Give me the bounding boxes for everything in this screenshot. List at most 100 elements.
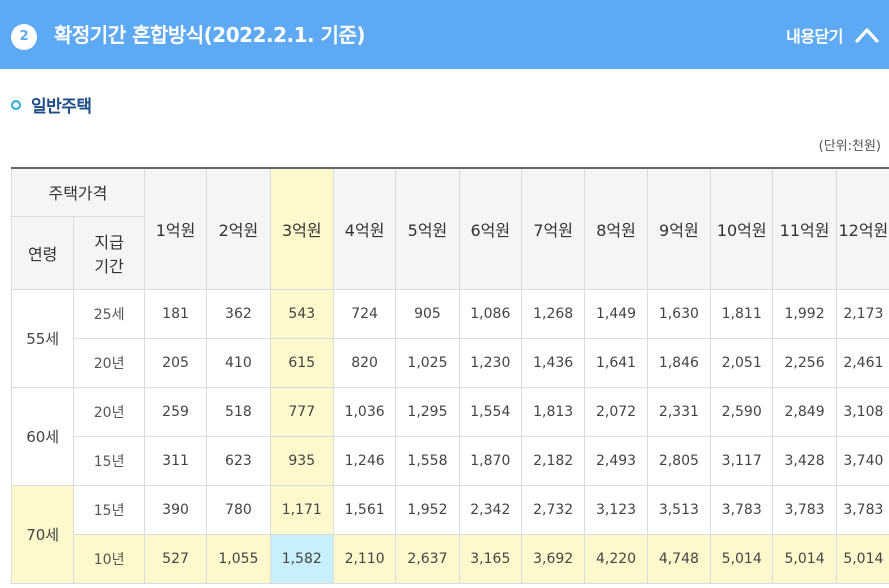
value-cell: 2,493 [584, 435, 648, 486]
value-cell: 3,108 [835, 386, 889, 437]
value-cell: 1,992 [772, 288, 837, 339]
subsection-heading: 일반주택 [11, 92, 92, 117]
value-cell: 2,110 [332, 533, 397, 584]
value-cell: 3,783 [772, 484, 837, 535]
header-price-column: 7억원 [520, 167, 586, 290]
value-cell: 181 [143, 288, 208, 339]
value-cell: 362 [206, 288, 271, 339]
value-cell: 2,331 [646, 386, 712, 437]
age-cell: 70세 [10, 484, 75, 584]
value-cell: 3,165 [458, 533, 522, 584]
period-cell: 20년 [73, 386, 145, 437]
value-cell: 820 [332, 337, 397, 388]
value-cell: 3,783 [710, 484, 774, 535]
value-cell: 3,692 [520, 533, 586, 584]
value-cell: 2,256 [772, 337, 837, 388]
header-age: 연령 [10, 215, 75, 290]
section-number-badge: 2 [11, 24, 37, 50]
value-cell: 1,813 [520, 386, 586, 437]
value-cell: 259 [143, 386, 208, 437]
value-cell: 2,637 [395, 533, 460, 584]
value-cell: 2,173 [835, 288, 889, 339]
value-cell: 1,554 [458, 386, 522, 437]
value-cell: 1,036 [332, 386, 397, 437]
value-cell: 2,342 [458, 484, 522, 535]
value-cell: 1,230 [458, 337, 522, 388]
unit-label: (단위:천원) [818, 139, 881, 154]
value-cell: 3,783 [835, 484, 889, 535]
table-row: 10년 527 1,055 1,582 2,110 2,637 3,165 3,692 4,22… [12, 533, 889, 584]
value-cell: 1,246 [332, 435, 397, 486]
age-cell: 55세 [10, 288, 75, 388]
table-row: 70세 15년 390 780 1,171 1,561 1,952 2,342 2,732 3,1… [10, 484, 889, 584]
header-price-column: 2억원 [206, 167, 271, 290]
value-cell: 1,295 [395, 386, 460, 437]
header-price-column: 10억원 [710, 167, 774, 290]
header-price-column: 8억원 [584, 167, 648, 290]
close-content-button[interactable]: 내용닫기 [786, 20, 879, 50]
section-header: 2 확정기간 혼합방식(2022.2.1. 기준) 내용닫기 [0, 0, 889, 69]
value-cell: 724 [332, 288, 397, 339]
value-cell: 410 [206, 337, 271, 388]
period-cell: 20년 [73, 337, 145, 388]
value-cell: 2,051 [710, 337, 774, 388]
value-cell: 1,558 [395, 435, 460, 486]
period-cell: 15년 [73, 484, 145, 535]
header-price-column: 5억원 [395, 167, 460, 290]
value-cell: 390 [143, 484, 208, 535]
value-cell: 205 [143, 337, 208, 388]
value-cell: 4,748 [646, 533, 712, 584]
value-cell: 543 [269, 288, 334, 339]
age-cell: 60세 [10, 386, 75, 486]
value-cell: 5,014 [772, 533, 837, 584]
table-row: 60세 20년 259 518 777 1,036 1,295 1,554 1,813 2,072… [10, 386, 889, 486]
header-price-column: 12억원 [835, 167, 889, 290]
value-cell: 1,870 [458, 435, 522, 486]
table-row: 20년 205 410 615 820 1,025 1,230 1,436 1,641 1,846… [12, 337, 889, 388]
value-cell: 615 [269, 337, 334, 388]
value-cell: 527 [143, 533, 208, 584]
value-cell: 1,582 [269, 533, 334, 584]
header-house-price: 주택가격 [11, 167, 145, 217]
value-cell: 3,123 [584, 484, 648, 535]
value-cell: 1,641 [584, 337, 648, 388]
value-cell: 1,025 [395, 337, 460, 388]
period-cell: 15년 [73, 435, 145, 486]
chevron-up-icon [855, 28, 879, 43]
period-cell: 10년 [73, 533, 145, 584]
header-price-column: 3억원 [269, 167, 334, 290]
header-price-column: 6억원 [458, 167, 522, 290]
value-cell: 3,117 [710, 435, 774, 486]
value-cell: 780 [206, 484, 271, 535]
value-cell: 5,014 [710, 533, 774, 584]
value-cell: 2,805 [646, 435, 712, 486]
value-cell: 1,449 [584, 288, 648, 339]
subsection-title: 일반주택 [31, 97, 92, 117]
value-cell: 1,630 [646, 288, 712, 339]
value-cell: 1,952 [395, 484, 460, 535]
value-cell: 1,268 [520, 288, 586, 339]
bullet-icon [11, 99, 21, 110]
value-cell: 1,811 [710, 288, 774, 339]
value-cell: 777 [269, 386, 334, 437]
header-payment-period: 지급기간 [73, 215, 145, 290]
value-cell: 1,846 [646, 337, 712, 388]
value-cell: 935 [269, 435, 334, 486]
value-cell: 1,055 [206, 533, 271, 584]
value-cell: 1,171 [269, 484, 334, 535]
value-cell: 311 [143, 435, 208, 486]
value-cell: 518 [206, 386, 271, 437]
value-cell: 3,428 [772, 435, 837, 486]
section-title: 확정기간 혼합방식(2022.2.1. 기준) [54, 23, 366, 47]
value-cell: 1,086 [458, 288, 522, 339]
table-row: 55세 25세 181 362 543 724 905 1,086 1,268 1,449 1,63… [10, 288, 889, 388]
value-cell: 3,740 [835, 435, 889, 486]
value-cell: 2,590 [710, 386, 774, 437]
value-cell: 2,849 [772, 386, 837, 437]
header-payment-period-line: 기간 [94, 256, 124, 276]
header-payment-period-line: 지급 [94, 232, 124, 252]
value-cell: 2,072 [584, 386, 648, 437]
value-cell: 4,220 [584, 533, 648, 584]
value-cell: 2,461 [835, 337, 889, 388]
value-cell: 1,561 [332, 484, 397, 535]
